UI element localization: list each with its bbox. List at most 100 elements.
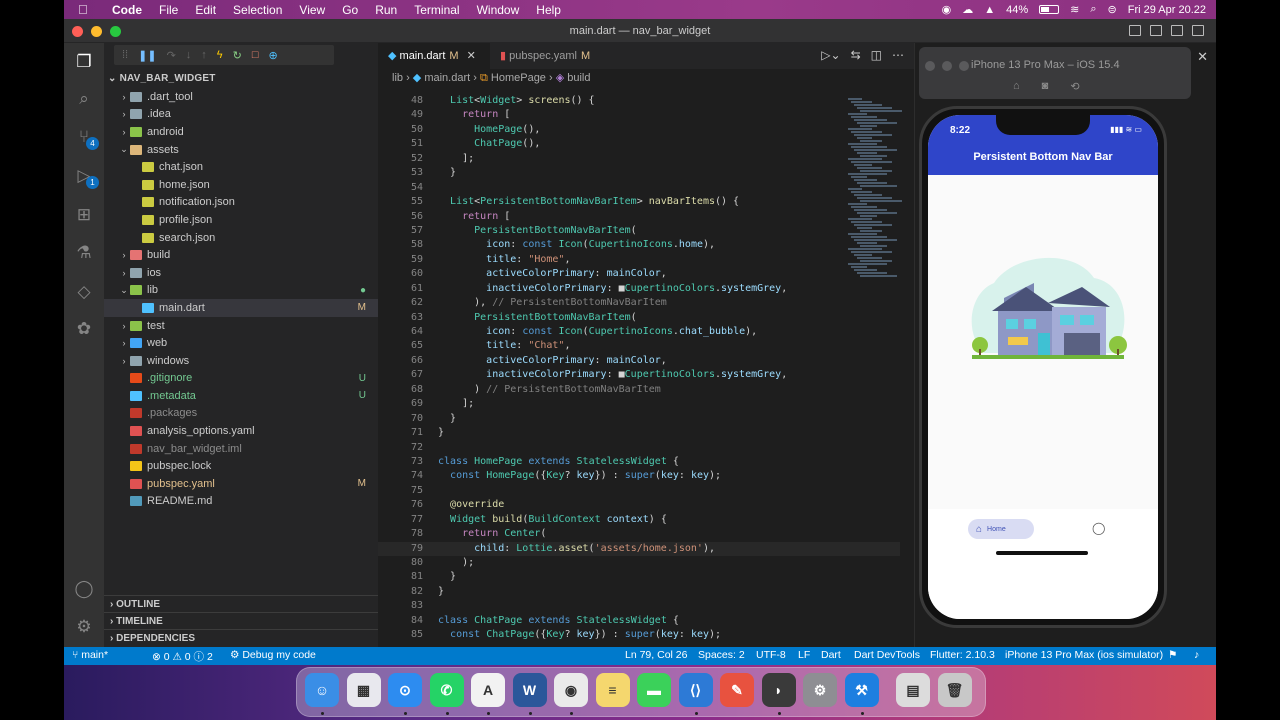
code-line[interactable]: 83	[378, 599, 900, 613]
menu-go[interactable]: Go	[342, 3, 358, 17]
tree-item[interactable]: .packages	[104, 405, 378, 423]
dock-notes-icon[interactable]: ≡	[595, 673, 630, 707]
screenshot-icon[interactable]: ◙	[1042, 80, 1049, 93]
devtools-icon[interactable]: ⊕	[268, 49, 277, 62]
device-selector[interactable]: iPhone 13 Pro Max (ios simulator)	[1005, 649, 1163, 661]
dock-vscode-icon[interactable]: ⟨⟩	[678, 673, 713, 707]
step-out-icon[interactable]: ↑	[201, 49, 207, 61]
split-editor-icon[interactable]: ◫	[871, 48, 882, 62]
apple-icon[interactable]: 	[78, 2, 98, 17]
code-line[interactable]: 82}	[378, 585, 900, 599]
dock-launchpad-icon[interactable]: ▦	[346, 673, 381, 707]
toggle-sidebar-icon[interactable]	[1129, 25, 1141, 36]
flutter-icon[interactable]: ✿	[73, 318, 95, 340]
code-line[interactable]: 68 ) // PersistentBottomNavBarItem	[378, 383, 900, 397]
tree-item[interactable]: nav_bar_widget.iml	[104, 440, 378, 458]
dock-whatsapp-icon[interactable]: ✆	[429, 673, 464, 707]
debug-indicator[interactable]: ⚙ Debug my code	[230, 649, 316, 661]
code-line[interactable]: 63 PersistentBottomNavBarItem(	[378, 311, 900, 325]
code-line[interactable]: 73 class HomePage extends StatelessWidget…	[378, 455, 900, 469]
cloud-icon[interactable]: ☁	[962, 3, 973, 16]
code-line[interactable]: 51 ChatPage(),	[378, 137, 900, 151]
nav-item-home[interactable]: ⌂ Home	[968, 519, 1034, 539]
code-line[interactable]: 52 ];	[378, 152, 900, 166]
code-line[interactable]: 69 ];	[378, 397, 900, 411]
clock[interactable]: Fri 29 Apr 20.22	[1128, 4, 1206, 16]
tree-item[interactable]: .metadata U	[104, 387, 378, 405]
branch-indicator[interactable]: ⑂ main*	[72, 649, 108, 661]
feedback-icon[interactable]: ⚑	[1168, 649, 1177, 661]
code-line[interactable]: 59 title: "Home",	[378, 253, 900, 267]
testing-icon[interactable]: ⚗	[73, 242, 95, 264]
code-line[interactable]: 66 activeColorPrimary: mainColor,	[378, 354, 900, 368]
dart-devtools[interactable]: Dart DevTools	[854, 649, 920, 661]
code-line[interactable]: 48 List<Widget> screens() {	[378, 94, 900, 108]
code-line[interactable]: 50 HomePage(),	[378, 123, 900, 137]
tree-item[interactable]: home.json	[104, 176, 378, 194]
code-line[interactable]: 74 const HomePage({Key? key}) : super(ke…	[378, 469, 900, 483]
minimap[interactable]	[844, 94, 914, 647]
toggle-panel-icon[interactable]	[1150, 25, 1162, 36]
tab-pubspec-yaml[interactable]: ▮ pubspec.yaml M	[490, 43, 600, 69]
menu-run[interactable]: Run	[375, 3, 397, 17]
end-of-line[interactable]: LF	[798, 649, 810, 661]
code-line[interactable]: 57 PersistentBottomNavBarItem(	[378, 224, 900, 238]
code-line[interactable]: 49 return [	[378, 108, 900, 122]
tree-item[interactable]: .gitignore U	[104, 370, 378, 388]
tree-item[interactable]: ⌄ lib ●	[104, 282, 378, 300]
code-line[interactable]: 55 List<PersistentBottomNavBarItem> navB…	[378, 195, 900, 209]
step-into-icon[interactable]: ↓	[186, 49, 192, 61]
restart-icon[interactable]: ↻	[233, 49, 242, 62]
code-line[interactable]: 62 ), // PersistentBottomNavBarItem	[378, 296, 900, 310]
tree-item[interactable]: › web	[104, 334, 378, 352]
breadcrumb-class[interactable]: HomePage	[491, 72, 546, 84]
code-line[interactable]: 64 icon: const Icon(CupertinoIcons.chat_…	[378, 325, 900, 339]
code-line[interactable]: 67 inactiveColorPrimary: ■CupertinoColor…	[378, 368, 900, 382]
dock-elephant-icon[interactable]: ◗	[761, 673, 796, 707]
run-debug-icon[interactable]: ▷ 1	[73, 165, 99, 189]
open-changes-icon[interactable]: ⇆	[851, 48, 861, 62]
tree-item[interactable]: › android	[104, 123, 378, 141]
encoding[interactable]: UTF-8	[756, 649, 786, 661]
code-line[interactable]: 80 );	[378, 556, 900, 570]
menu-app[interactable]: Code	[112, 3, 142, 17]
code-line[interactable]: 54	[378, 181, 900, 195]
tree-item[interactable]: README.md	[104, 493, 378, 511]
dependencies-section[interactable]: › DEPENDENCIES	[104, 629, 378, 646]
code-line[interactable]: 71}	[378, 426, 900, 440]
code-line[interactable]: 81 }	[378, 570, 900, 584]
tree-item[interactable]: pubspec.yaml M	[104, 475, 378, 493]
breadcrumb-file[interactable]: main.dart	[424, 72, 470, 84]
explorer-root[interactable]: ⌄ NAV_BAR_WIDGET	[108, 73, 216, 84]
tree-item[interactable]: › .idea	[104, 106, 378, 124]
wifi-icon[interactable]: ≋	[1070, 3, 1079, 16]
tree-item[interactable]: pubspec.lock	[104, 457, 378, 475]
close-tab-icon[interactable]: ✕	[467, 50, 476, 62]
indentation[interactable]: Spaces: 2	[698, 649, 745, 661]
tree-item[interactable]: search.json	[104, 229, 378, 247]
extensions-icon[interactable]: ⊞	[73, 204, 95, 226]
dock-finder-icon[interactable]: ☺	[305, 673, 339, 707]
drive-icon[interactable]: ▲	[984, 4, 995, 16]
code-line[interactable]: 56 return [	[378, 210, 900, 224]
stop-icon[interactable]: □	[252, 49, 259, 61]
problems-indicator[interactable]: ⊗ 0 ⚠ 0 ⓘ 2	[152, 649, 213, 664]
toggle-secondary-sidebar-icon[interactable]	[1171, 25, 1183, 36]
record-icon[interactable]: ◉	[942, 3, 952, 16]
dock-xcode-icon[interactable]: ⚒	[844, 673, 879, 707]
source-control-icon[interactable]: ⑂ 4	[73, 126, 99, 150]
code-line[interactable]: 60 activeColorPrimary: mainColor,	[378, 267, 900, 281]
dock-word-icon[interactable]: W	[512, 673, 547, 707]
menu-window[interactable]: Window	[477, 3, 520, 17]
dock-settings-icon[interactable]: ⚙	[803, 673, 837, 707]
explorer-icon[interactable]: ❐	[73, 51, 95, 73]
pause-icon[interactable]: ❚❚	[138, 49, 156, 62]
tree-item[interactable]: › .dart_tool	[104, 88, 378, 106]
run-debug-dropdown-icon[interactable]: ▷⌄	[821, 48, 840, 62]
tree-item[interactable]: main.dart M	[104, 299, 378, 317]
code-line[interactable]: 72	[378, 441, 900, 455]
tree-item[interactable]: › ios	[104, 264, 378, 282]
menu-help[interactable]: Help	[536, 3, 561, 17]
accounts-icon[interactable]: ◯	[73, 578, 95, 600]
menu-terminal[interactable]: Terminal	[414, 3, 459, 17]
